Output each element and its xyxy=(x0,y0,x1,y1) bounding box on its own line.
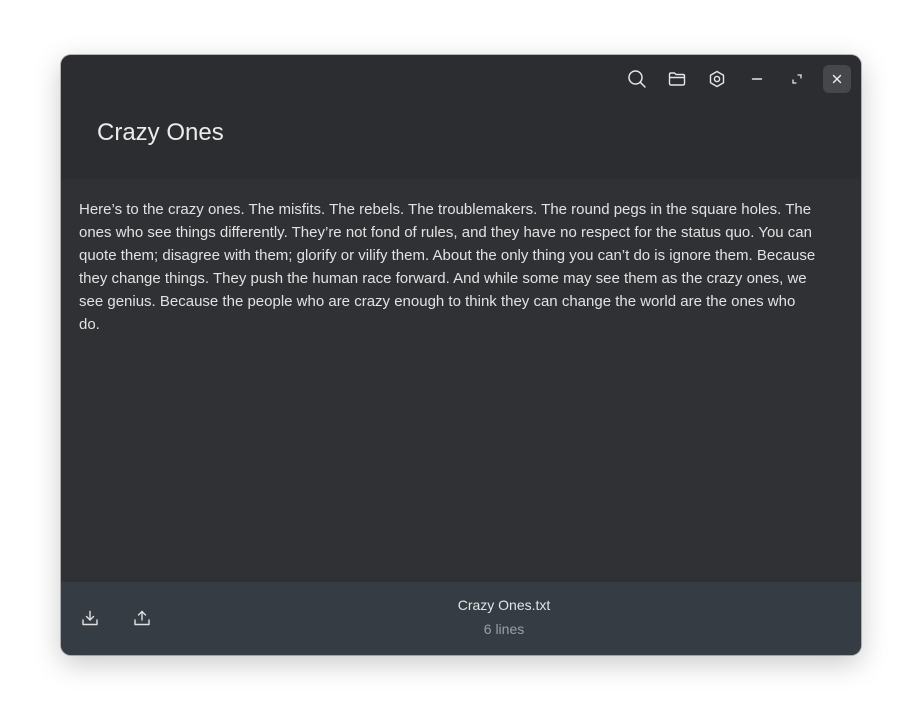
search-icon xyxy=(628,70,646,88)
titlebar-buttons xyxy=(611,65,851,93)
close-icon xyxy=(832,74,842,84)
maximize-button[interactable] xyxy=(783,65,811,93)
folder-icon xyxy=(668,72,686,86)
line-count: 6 lines xyxy=(483,621,525,637)
document-body[interactable]: Here’s to the crazy ones. The misfits. T… xyxy=(79,198,819,336)
minimize-button[interactable] xyxy=(743,65,771,93)
header-bar: Crazy Ones xyxy=(61,55,861,179)
minimize-icon xyxy=(751,78,763,80)
settings-icon xyxy=(709,70,725,88)
app-window: Crazy Ones Here’s to the crazy ones. The… xyxy=(61,55,861,655)
footer-bar: Crazy Ones.txt 6 lines xyxy=(61,582,861,655)
open-folder-button[interactable] xyxy=(663,65,691,93)
maximize-icon xyxy=(792,74,802,84)
close-button[interactable] xyxy=(823,65,851,93)
search-button[interactable] xyxy=(623,65,651,93)
settings-button[interactable] xyxy=(703,65,731,93)
document-title[interactable]: Crazy Ones xyxy=(97,119,224,147)
file-name: Crazy Ones.txt xyxy=(457,597,551,613)
